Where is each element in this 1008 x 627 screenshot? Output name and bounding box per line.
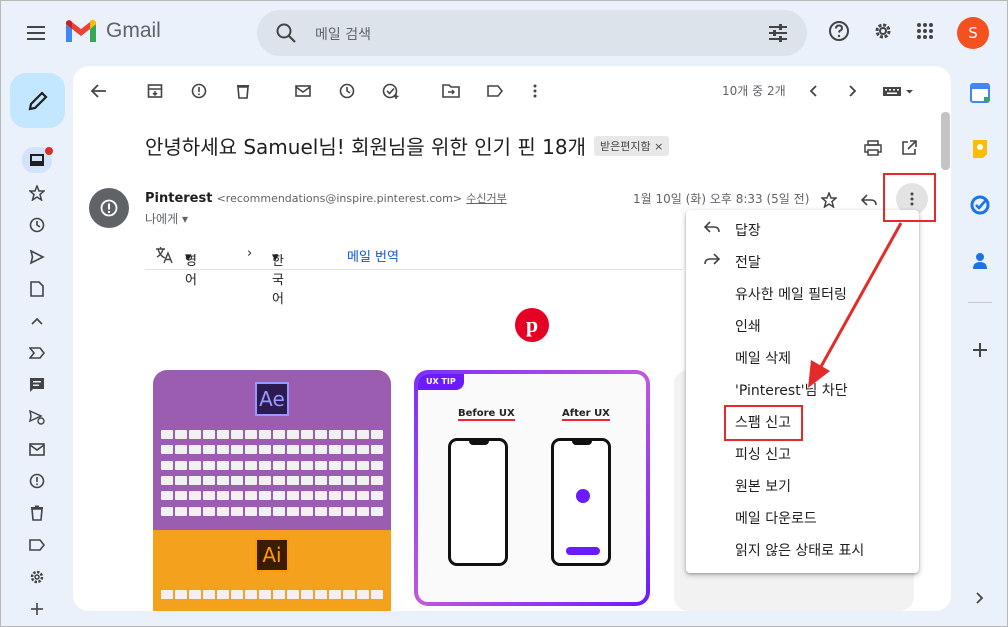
- annotation-arrow: [808, 222, 903, 388]
